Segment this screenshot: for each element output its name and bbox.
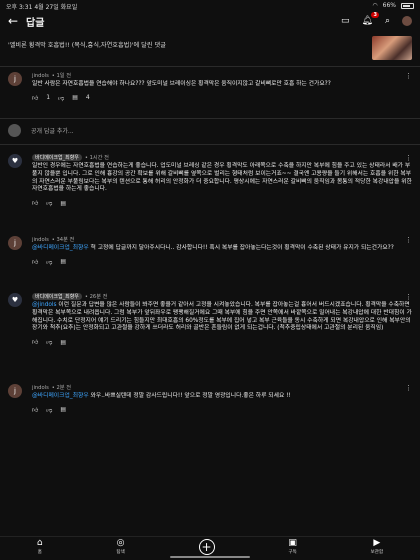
account-avatar[interactable] xyxy=(402,16,412,26)
nav-label: 탐색 xyxy=(116,550,125,555)
reply-comment: ♥ ⋮ 바디메이크업_최향우 • 26분 전 @jindols 이런 질문과 답… xyxy=(8,293,412,346)
video-context-text: '엘비론 횡격막 호흡법!! (복식,흉식,자연호흡법)'에 달린 댓글 xyxy=(8,42,166,49)
reply-comment: ♥ ⋮ 바디메이크업_최향우 • 1시간 전 일반인 경우에는 자연호흡법을 연… xyxy=(8,154,412,207)
reply-icon[interactable]: ▤ xyxy=(60,200,66,207)
like-count: 1 xyxy=(46,94,51,102)
top-bar: ← 답글 ▭ 🔔︎ 3 ⌕ xyxy=(0,11,420,31)
nav-subscriptions[interactable]: ▣ 구독 xyxy=(288,538,297,555)
search-icon[interactable]: ⌕ xyxy=(385,16,390,26)
comment-text-wrap: @jindols 이런 질문과 답변을 많은 사람들이 봐주면 좋을거 같아서 … xyxy=(32,302,412,333)
reply-comment: j ⋮ jindols • 2분 전 @바디메이크업_최향우 와우..바쁘실텐데… xyxy=(8,384,412,414)
comment-time: • 26분 전 xyxy=(84,294,108,300)
nav-library[interactable]: ▶ 보관함 xyxy=(371,538,383,555)
comment-text: 일반인 경우에는 자연호흡법을 연습하는게 좋습니다. 업도미널 브레싱 같은 … xyxy=(32,163,412,193)
nav-label: 보관함 xyxy=(370,550,384,555)
divider xyxy=(0,144,420,145)
dislike-icon[interactable]: 👎︎ xyxy=(58,94,64,102)
status-bar: 오후 3:31 4월 27일 화요일 ◠ 66% xyxy=(0,0,420,11)
reply-icon[interactable]: ▤ xyxy=(60,339,66,346)
cast-icon[interactable]: ▭ xyxy=(341,16,350,26)
nav-label: 홈 xyxy=(37,550,42,555)
more-vert-icon[interactable]: ⋮ xyxy=(405,236,412,244)
mention-link[interactable]: @jindols xyxy=(32,302,57,308)
heart-icon[interactable]: ♥ xyxy=(8,154,22,168)
comment-author[interactable]: jindols xyxy=(32,237,49,243)
dislike-icon[interactable]: 👎︎ xyxy=(46,199,52,207)
comment-text: 와우..바쁘실텐데 정말 감사드립니다!! 앞으로 정말 영광입니다.좋은 하루… xyxy=(88,393,291,399)
heart-icon[interactable]: ♥ xyxy=(8,293,22,307)
mention-link[interactable]: @바디메이크업_최향우 xyxy=(32,393,89,399)
more-vert-icon[interactable]: ⋮ xyxy=(405,154,412,162)
comment-author[interactable]: 바디메이크업_최향우 xyxy=(32,154,82,161)
library-icon: ▶ xyxy=(373,538,381,548)
comment-text: 이런 질문과 답변을 많은 사람들이 봐주면 좋을거 같아서 고정을 시켜놓았습… xyxy=(32,302,412,332)
dislike-icon[interactable]: 👎︎ xyxy=(46,338,52,346)
comment-time: • 1일 전 xyxy=(51,73,71,79)
status-time: 오후 3:31 xyxy=(6,4,33,11)
reply-input-row[interactable]: 공개 답글 추가... xyxy=(8,122,412,138)
reply-icon[interactable]: ▤ xyxy=(60,258,66,265)
comment-author[interactable]: 바디메이크업_최향우 xyxy=(32,293,82,300)
comment-author[interactable]: jindols xyxy=(32,73,49,79)
reply-icon[interactable]: ▤ xyxy=(60,406,66,413)
avatar xyxy=(8,123,21,137)
divider xyxy=(0,118,420,119)
nav-label: 구독 xyxy=(288,550,297,555)
explore-icon: ◎ xyxy=(116,538,125,548)
status-date: 4월 27일 화요일 xyxy=(34,4,78,11)
mention-link[interactable]: @바디메이크업_최향우 xyxy=(32,245,89,251)
nav-explore[interactable]: ◎ 탐색 xyxy=(116,538,124,555)
avatar[interactable]: j xyxy=(8,72,22,86)
parent-comment: j ⋮ jindols • 1일 전 일반 사람은 자연호흡법을 연습해야 하나… xyxy=(8,72,412,102)
comment-time: • 1시간 전 xyxy=(84,155,109,161)
notification-badge: 3 xyxy=(371,12,379,18)
nav-home[interactable]: ⌂ 홈 xyxy=(37,538,43,555)
comment-time: • 2분 전 xyxy=(51,385,71,391)
video-context[interactable]: '엘비론 횡격막 호흡법!! (복식,흉식,자연호흡법)'에 달린 댓글 xyxy=(0,36,420,64)
like-icon[interactable]: 👍︎ xyxy=(32,258,38,266)
reply-comment: j ⋮ jindols • 34분 전 @바디메이크업_최향우 헉 고정에 답글… xyxy=(8,236,412,266)
nav-create[interactable]: + xyxy=(198,538,215,555)
more-vert-icon[interactable]: ⋮ xyxy=(405,293,412,301)
comment-text-wrap: @바디메이크업_최향우 헉 고정에 답글까지 달아주시다니.. 감사합니다!! … xyxy=(32,245,412,253)
wifi-icon: ◠ xyxy=(372,2,378,9)
battery-percent: 66% xyxy=(382,2,396,9)
page-title: 답글 xyxy=(26,17,45,29)
create-plus-icon: + xyxy=(198,538,215,555)
home-indicator xyxy=(170,556,250,558)
more-vert-icon[interactable]: ⋮ xyxy=(405,72,412,80)
bell-icon[interactable]: 🔔︎ 3 xyxy=(362,12,379,26)
avatar[interactable]: j xyxy=(8,236,22,250)
video-thumbnail[interactable] xyxy=(372,36,412,60)
like-icon[interactable]: 👍︎ xyxy=(32,406,38,414)
battery-icon xyxy=(401,2,414,9)
like-icon[interactable]: 👍︎ xyxy=(32,199,38,207)
arrow-left-icon[interactable]: ← xyxy=(8,14,22,28)
comment-text: 헉 고정에 답글까지 달아주시다니.. 감사합니다!! 혹시 복부를 잡아놓는다… xyxy=(88,245,394,251)
divider xyxy=(0,66,420,67)
more-vert-icon[interactable]: ⋮ xyxy=(405,384,412,392)
comment-text-wrap: @바디메이크업_최향우 와우..바쁘실텐데 정말 감사드립니다!! 앞으로 정말… xyxy=(32,393,412,401)
comment-text: 일반 사람은 자연호흡법을 연습해야 하나요??? 앞도미널 브레이싱은 횡격막… xyxy=(32,81,331,87)
dislike-icon[interactable]: 👎︎ xyxy=(46,406,52,414)
reply-input[interactable]: 공개 답글 추가... xyxy=(31,126,74,135)
comment-time: • 34분 전 xyxy=(51,237,75,243)
reply-icon[interactable]: ▤ xyxy=(72,94,78,101)
comment-author[interactable]: jindols xyxy=(32,385,49,391)
dislike-icon[interactable]: 👎︎ xyxy=(46,258,52,266)
subscriptions-icon: ▣ xyxy=(288,538,297,548)
avatar[interactable]: j xyxy=(8,384,22,398)
home-icon: ⌂ xyxy=(36,538,43,548)
reply-count: 4 xyxy=(85,94,90,102)
like-icon[interactable]: 👍︎ xyxy=(32,338,38,346)
like-icon[interactable]: 👍︎ xyxy=(32,94,38,102)
